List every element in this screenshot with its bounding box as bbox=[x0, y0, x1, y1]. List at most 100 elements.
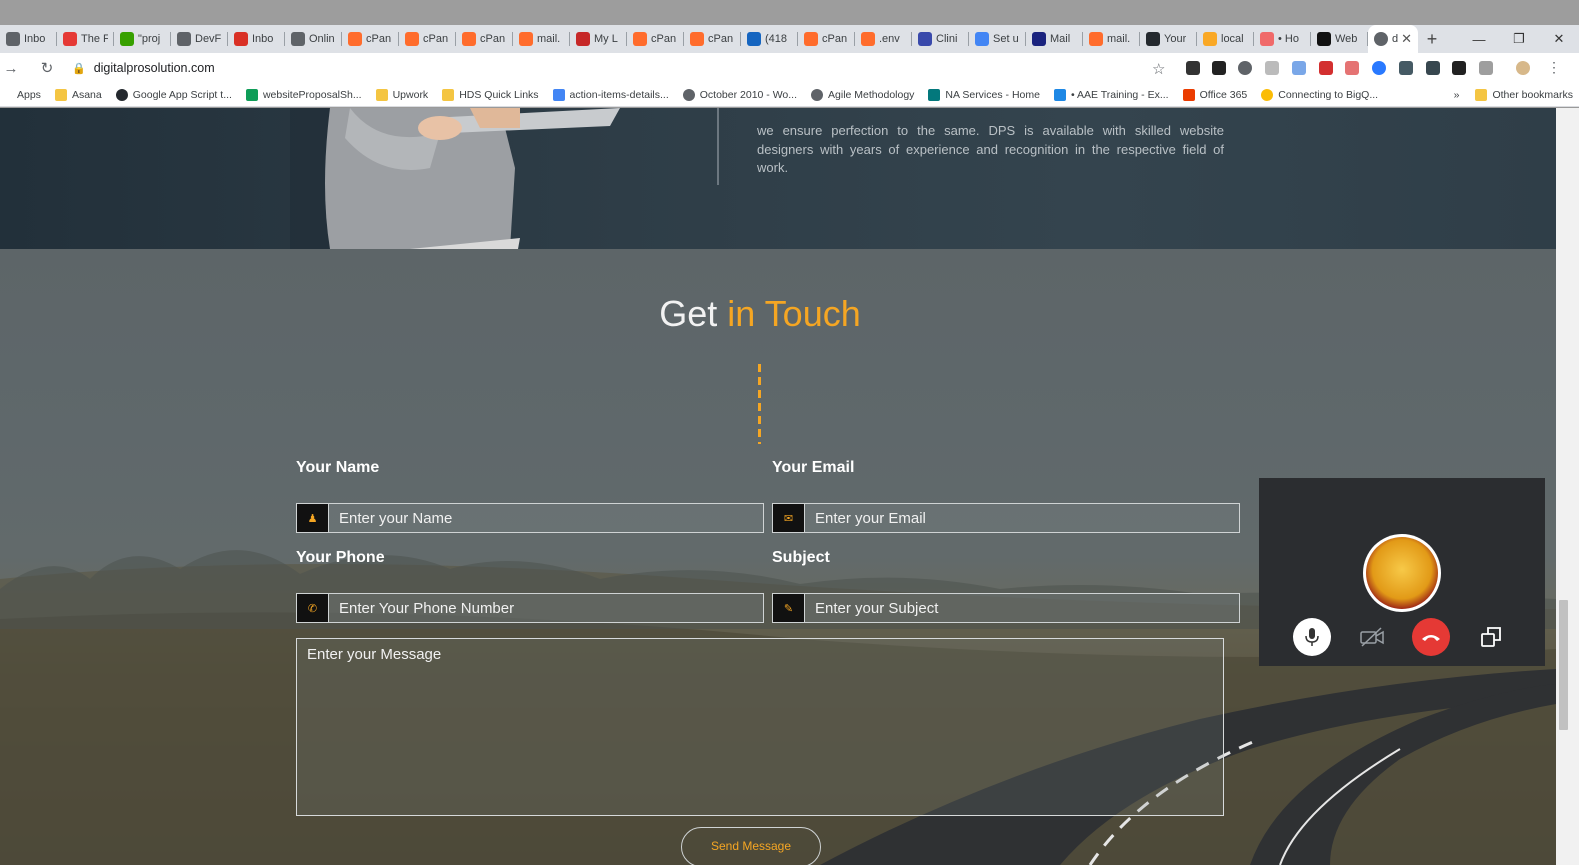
extension-notify-icon[interactable] bbox=[1319, 61, 1333, 75]
extension-window-icon[interactable] bbox=[1292, 61, 1306, 75]
edit-icon: ✎ bbox=[773, 594, 805, 622]
asana-icon bbox=[1260, 32, 1274, 46]
subject-label: Subject bbox=[772, 549, 830, 566]
bookmark-item[interactable]: Office 365 bbox=[1182, 88, 1248, 101]
bookmarks-bar: Apps Asana Google App Script t... websitePr… bbox=[0, 83, 1579, 107]
grid-icon bbox=[291, 32, 305, 46]
bookmark-item[interactable]: Apps bbox=[0, 89, 41, 101]
browser-tab[interactable]: Set u bbox=[969, 25, 1026, 53]
bookmark-item[interactable]: October 2010 - Wo... bbox=[682, 88, 797, 101]
subject-input[interactable] bbox=[805, 594, 1239, 622]
hang-up-icon[interactable] bbox=[1412, 618, 1450, 656]
tab-label: mail. bbox=[1107, 33, 1131, 45]
tab-bar: Inbo The F "proj DevF Inbo Onlin cPan cPan cPan m… bbox=[0, 25, 1579, 53]
close-window-icon[interactable]: ✕ bbox=[1539, 25, 1579, 53]
tab-label: My L bbox=[594, 33, 618, 45]
active-tab[interactable]: d ✕ bbox=[1368, 25, 1418, 53]
message-textarea[interactable] bbox=[296, 638, 1224, 816]
extension-x-icon[interactable] bbox=[1186, 61, 1200, 75]
browser-tab[interactable]: DevF bbox=[171, 25, 228, 53]
title-word-get: Get bbox=[659, 293, 718, 334]
bookmark-item[interactable]: HDS Quick Links bbox=[442, 88, 539, 101]
browser-tab[interactable]: cPan bbox=[456, 25, 513, 53]
web-icon bbox=[1317, 32, 1331, 46]
minimize-icon[interactable]: — bbox=[1459, 25, 1499, 53]
browser-tab[interactable]: Mail bbox=[1026, 25, 1083, 53]
bookmark-item[interactable]: Agile Methodology bbox=[811, 88, 914, 101]
bookmark-item[interactable]: NA Services - Home bbox=[928, 88, 1040, 101]
bookmark-item[interactable]: Connecting to BigQ... bbox=[1261, 88, 1378, 101]
extension-badge-icon[interactable] bbox=[1426, 61, 1440, 75]
bookmark-item[interactable]: • AAE Training - Ex... bbox=[1053, 88, 1169, 101]
browser-tab[interactable]: Clini bbox=[912, 25, 969, 53]
browser-tab[interactable]: "proj bbox=[114, 25, 171, 53]
bookmark-item[interactable]: Asana bbox=[54, 88, 102, 101]
profile-avatar[interactable] bbox=[1516, 61, 1530, 75]
bookmark-star-icon[interactable]: ☆ bbox=[1152, 60, 1165, 78]
contact-title: Get in Touch bbox=[0, 293, 1520, 335]
mail-icon bbox=[1032, 32, 1046, 46]
more-bookmarks-icon[interactable]: » bbox=[1454, 89, 1460, 101]
bookmark-item[interactable]: Upwork bbox=[375, 88, 428, 101]
lock-icon[interactable]: 🔒 bbox=[72, 62, 86, 75]
browser-tab[interactable]: • Ho bbox=[1254, 25, 1311, 53]
docs-icon bbox=[552, 88, 565, 101]
browser-tab[interactable]: cPan bbox=[342, 25, 399, 53]
menu-kebab-icon[interactable]: ⋮ bbox=[1547, 59, 1561, 76]
browser-tab[interactable]: Inbo bbox=[0, 25, 57, 53]
name-input[interactable] bbox=[329, 504, 763, 532]
browser-tab[interactable]: My L bbox=[570, 25, 627, 53]
url-field[interactable]: digitalprosolution.com bbox=[94, 61, 215, 75]
bookmark-item[interactable]: action-items-details... bbox=[552, 88, 669, 101]
extension-glasses-icon[interactable] bbox=[1452, 61, 1466, 75]
chat-icon bbox=[747, 32, 761, 46]
browser-tab[interactable]: cPan bbox=[627, 25, 684, 53]
browser-tab[interactable]: cPan bbox=[399, 25, 456, 53]
browser-tab[interactable]: Onlin bbox=[285, 25, 342, 53]
other-bookmarks[interactable]: Other bookmarks bbox=[1475, 89, 1573, 101]
extension-translate-icon[interactable] bbox=[1265, 61, 1279, 75]
camera-off-icon[interactable] bbox=[1353, 618, 1391, 656]
tab-label: cPan bbox=[651, 33, 677, 45]
browser-tab[interactable]: mail. bbox=[1083, 25, 1140, 53]
extension-skype-icon[interactable] bbox=[1238, 61, 1252, 75]
new-tab-button[interactable]: + bbox=[1418, 25, 1446, 53]
page-scrollbar[interactable] bbox=[1556, 108, 1579, 865]
reload-icon[interactable]: ↻ bbox=[36, 59, 58, 77]
email-input[interactable] bbox=[805, 504, 1239, 532]
scrollbar-thumb[interactable] bbox=[1559, 600, 1568, 730]
extension-shield-icon[interactable] bbox=[1212, 61, 1226, 75]
browser-tab[interactable]: cPan bbox=[684, 25, 741, 53]
email-label: Your Email bbox=[772, 459, 855, 476]
browser-tab[interactable]: Your bbox=[1140, 25, 1197, 53]
browser-tab[interactable]: The F bbox=[57, 25, 114, 53]
name-label: Your Name bbox=[296, 459, 380, 476]
extension-pocket-icon[interactable] bbox=[1345, 61, 1359, 75]
popout-icon[interactable] bbox=[1472, 618, 1510, 656]
gmail-icon bbox=[234, 32, 248, 46]
pencil-icon bbox=[1203, 32, 1217, 46]
tab-label: Web bbox=[1335, 33, 1358, 45]
send-message-button[interactable]: Send Message bbox=[681, 827, 821, 865]
bookmark-item[interactable]: Google App Script t... bbox=[115, 88, 232, 101]
phone-input[interactable] bbox=[329, 594, 763, 622]
bookmark-item[interactable]: websiteProposalSh... bbox=[245, 88, 362, 101]
extension-monitor-icon[interactable] bbox=[1399, 61, 1413, 75]
browser-tab[interactable]: .env bbox=[855, 25, 912, 53]
browser-tab[interactable]: mail. bbox=[513, 25, 570, 53]
close-tab-icon[interactable]: ✕ bbox=[1401, 31, 1412, 47]
extension-cast-icon[interactable] bbox=[1479, 61, 1493, 75]
browser-tab[interactable]: (418 bbox=[741, 25, 798, 53]
about-text: we ensure perfection to the same. DPS is… bbox=[757, 123, 1224, 175]
browser-tab[interactable]: cPan bbox=[798, 25, 855, 53]
bookmark-label: Office 365 bbox=[1199, 88, 1248, 101]
browser-tab[interactable]: local bbox=[1197, 25, 1254, 53]
browser-tab[interactable]: Inbo bbox=[228, 25, 285, 53]
browser-tab[interactable]: Web bbox=[1311, 25, 1368, 53]
folder-icon bbox=[54, 88, 67, 101]
extension-zoom-icon[interactable] bbox=[1372, 61, 1386, 75]
forward-icon[interactable]: → bbox=[0, 60, 22, 77]
microphone-icon[interactable] bbox=[1293, 618, 1331, 656]
calendar-icon bbox=[576, 32, 590, 46]
restore-icon[interactable]: ❐ bbox=[1499, 25, 1539, 53]
